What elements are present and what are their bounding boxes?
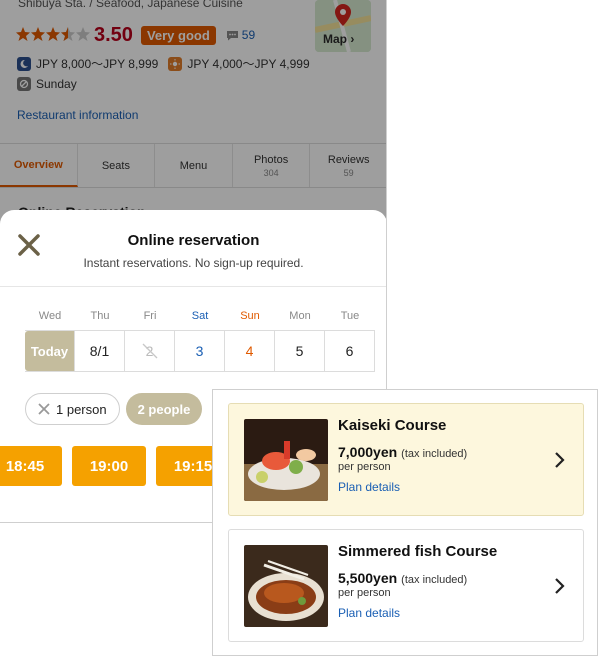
- sheet-title: Online reservation: [127, 232, 260, 249]
- weekday-row: Wed Thu Fri Sat Sun Mon Tue: [25, 310, 375, 322]
- weekday-label: Sun: [240, 310, 260, 322]
- course-per-person: per person: [338, 461, 391, 473]
- course-card-simmered-fish[interactable]: Simmered fish Course 5,500yen (tax includ…: [228, 529, 584, 642]
- weekday-label: Sat: [191, 310, 209, 322]
- weekday-label: Fri: [143, 310, 157, 322]
- course-price-value: 5,500yen: [338, 570, 398, 586]
- course-tax-note: (tax included): [401, 574, 468, 586]
- date-today[interactable]: Today: [25, 331, 75, 371]
- party-option-1[interactable]: 1 person: [25, 393, 120, 425]
- date-cell[interactable]: 6: [325, 331, 375, 371]
- course-price: 7,000yen (tax included): [338, 444, 467, 460]
- plan-details-link[interactable]: Plan details: [338, 606, 400, 620]
- course-name: Simmered fish Course: [338, 543, 498, 560]
- plan-details-link[interactable]: Plan details: [338, 480, 400, 494]
- weekday-label: Wed: [38, 310, 62, 322]
- course-price-value: 7,000yen: [338, 444, 398, 460]
- party-option-2-selected[interactable]: 2 people: [125, 393, 203, 425]
- divider: [0, 286, 386, 287]
- party-size-selector: 1 person 2 people: [25, 393, 208, 425]
- date-cell[interactable]: 3: [175, 331, 225, 371]
- weekday-label: Thu: [90, 310, 110, 322]
- date-cell[interactable]: 5: [275, 331, 325, 371]
- simmered-fish-photo: [244, 545, 328, 627]
- time-slot-row: 18:45 19:00 19:15: [0, 446, 240, 486]
- party-option-label: 1 person: [56, 401, 107, 417]
- course-price: 5,500yen (tax included): [338, 570, 467, 586]
- date-cell[interactable]: 4: [225, 331, 275, 371]
- sheet-subtitle: Instant reservations. No sign-up require…: [83, 256, 304, 270]
- party-option-label: 2 people: [137, 401, 191, 417]
- weekday-label: Tue: [340, 310, 360, 322]
- date-cell-unavailable: 2: [125, 331, 175, 371]
- date-picker: Today 8/1 2 3 4 5 6: [25, 330, 375, 372]
- unavailable-slash-icon: [142, 343, 158, 359]
- kaiseki-dish-photo: [244, 419, 328, 501]
- x-icon: [38, 403, 50, 415]
- course-name: Kaiseki Course: [338, 417, 447, 434]
- time-slot-button[interactable]: 18:45: [0, 446, 62, 486]
- weekday-label: Mon: [289, 310, 311, 322]
- chevron-right-icon: [555, 452, 565, 468]
- date-cell[interactable]: 8/1: [75, 331, 125, 371]
- course-card-kaiseki[interactable]: Kaiseki Course 7,000yen (tax included) pe…: [228, 403, 584, 516]
- chevron-right-icon: [555, 578, 565, 594]
- time-slot-button[interactable]: 19:00: [72, 446, 146, 486]
- course-list-panel: Kaiseki Course 7,000yen (tax included) pe…: [212, 389, 598, 656]
- course-tax-note: (tax included): [401, 448, 468, 460]
- course-per-person: per person: [338, 587, 391, 599]
